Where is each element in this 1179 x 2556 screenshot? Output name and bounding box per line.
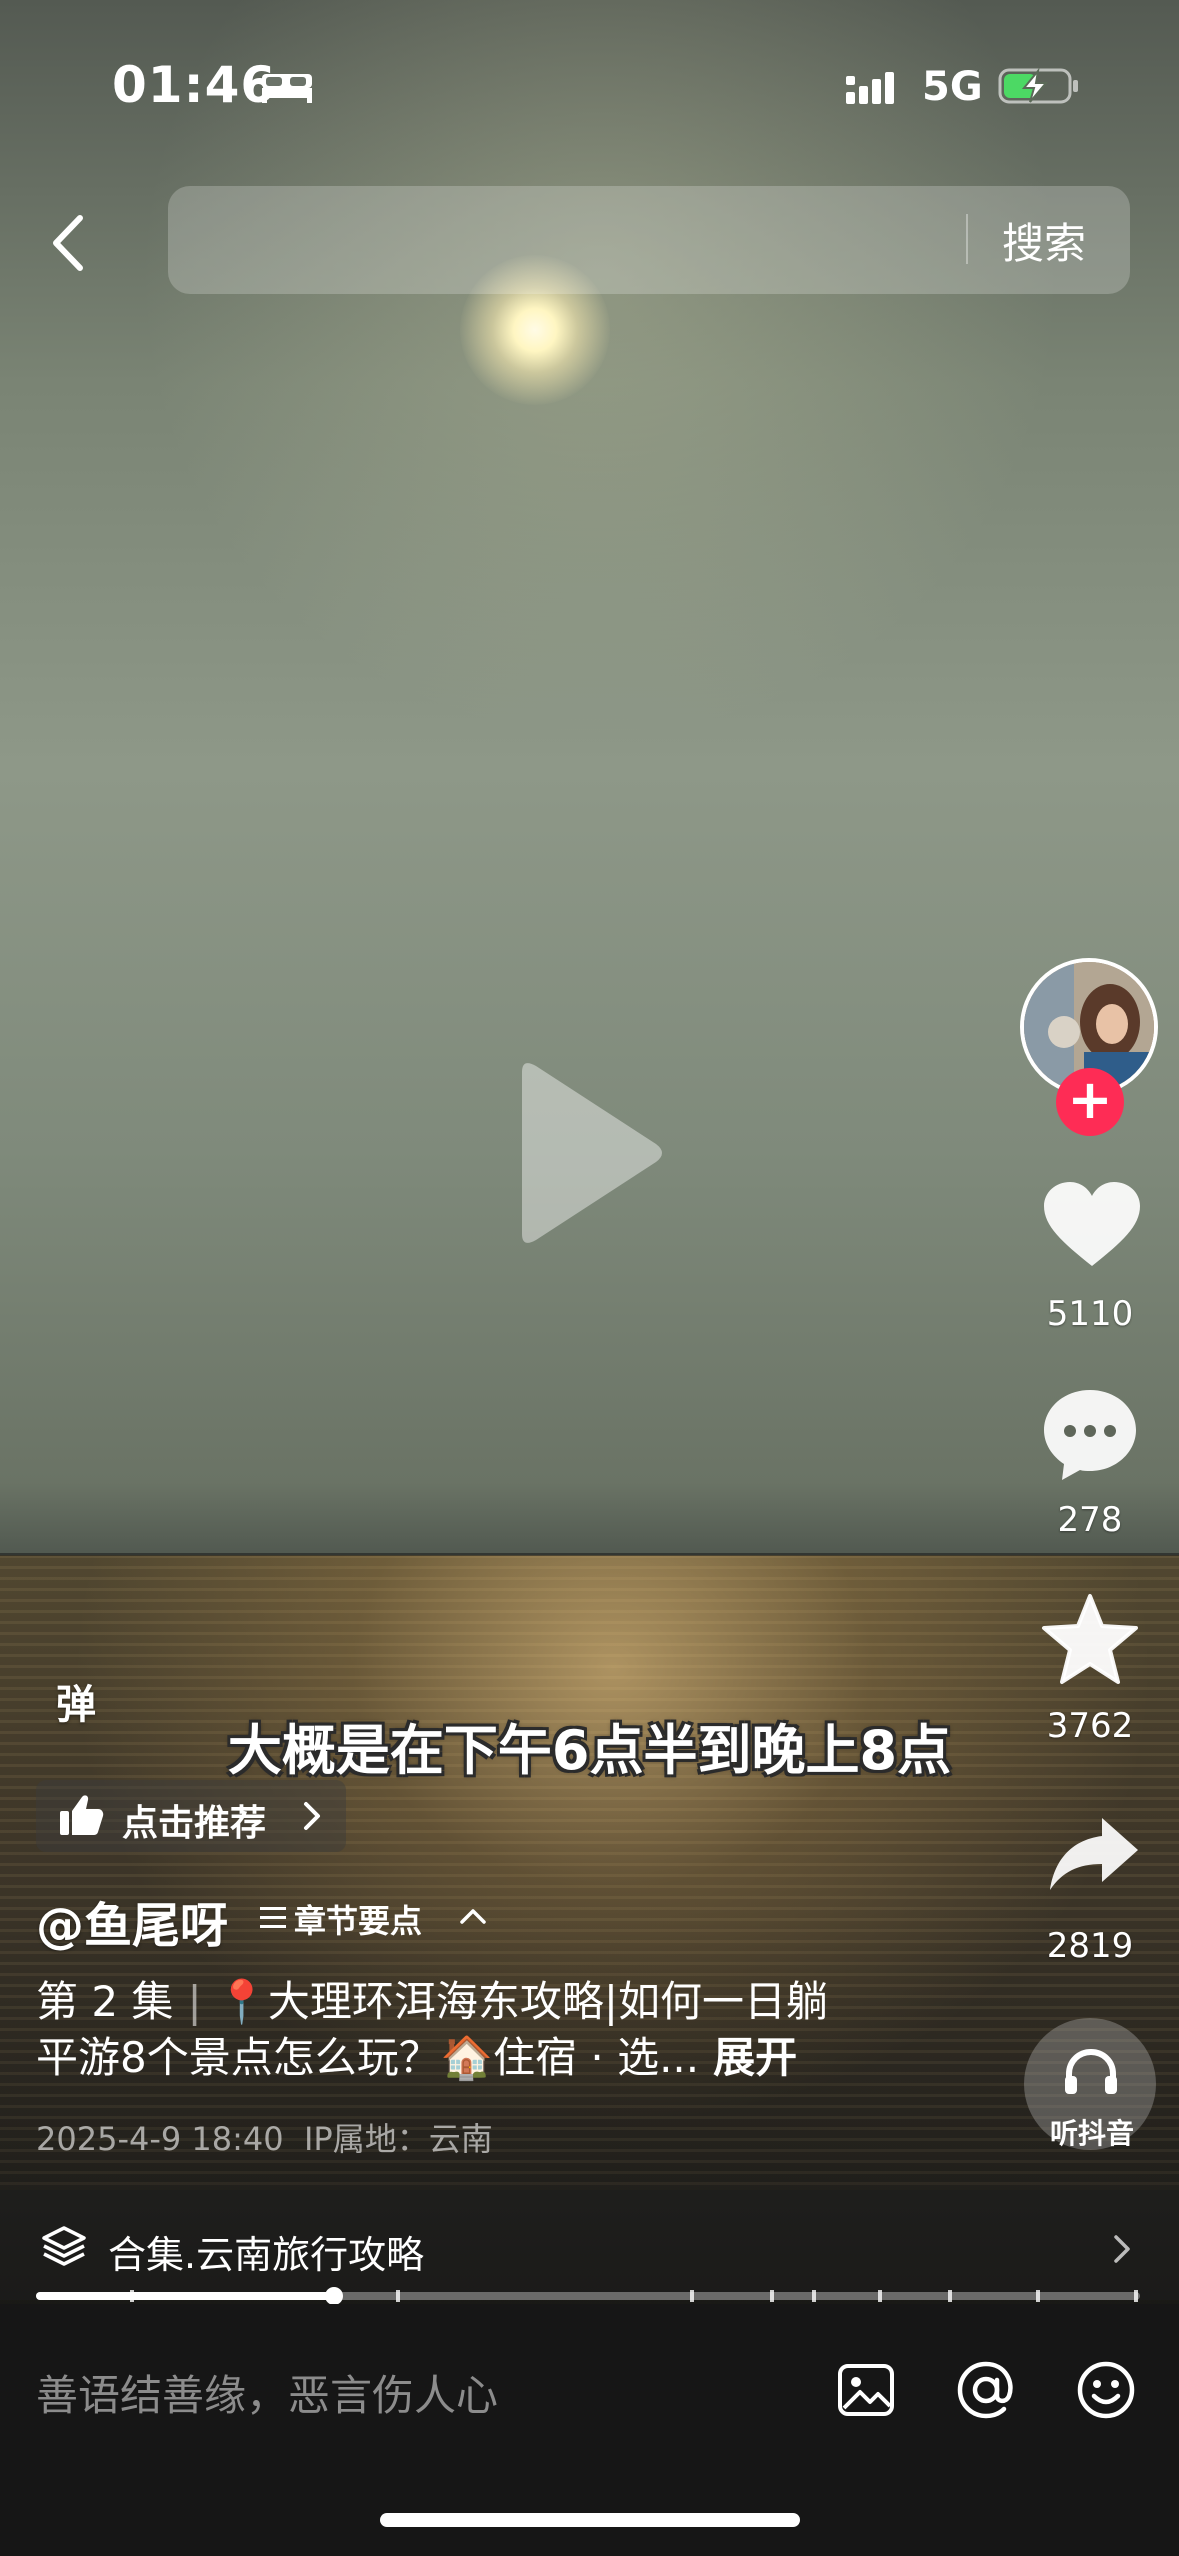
follow-button[interactable]: + — [1056, 1068, 1124, 1136]
image-icon[interactable] — [834, 2358, 898, 2422]
chevron-up-icon — [460, 1909, 486, 1924]
post-date: 2025-4-9 18:40 — [36, 2120, 284, 2158]
video-description[interactable]: 第 2 集 | 📍大理环洱海东攻略|如何一日躺 平游8个景点怎么玩？🏠住宿 · 选.… — [36, 1974, 936, 2086]
home-indicator[interactable] — [380, 2513, 800, 2527]
signal-icon — [846, 72, 894, 104]
sky-glow — [60, 0, 1060, 820]
chapter-tick — [948, 2290, 952, 2302]
horizon-line — [0, 1553, 1179, 1556]
author-name[interactable]: @鱼尾呀 — [36, 1886, 228, 1956]
search-button[interactable]: 搜索 — [1002, 210, 1086, 271]
emoji-icon[interactable] — [1074, 2358, 1138, 2422]
recommend-label: 点击推荐 — [122, 1803, 267, 1844]
thumb-up-icon — [60, 1795, 104, 1835]
description-line1: 大理环洱海东攻略|如何一日躺 — [267, 1977, 829, 2026]
house-emoji: 🏠 — [440, 2033, 494, 2082]
episode-separator: | — [187, 1977, 202, 2026]
video-progress-knob[interactable] — [325, 2287, 343, 2305]
headphones-icon — [1065, 2048, 1117, 2094]
network-label: 5G — [922, 64, 983, 110]
chapter-tick — [770, 2290, 774, 2302]
comment-icon[interactable] — [1040, 1386, 1140, 1482]
chapter-tick — [690, 2290, 694, 2302]
description-line2: 平游8个景点怎么玩？ — [36, 2033, 441, 2082]
search-input[interactable] — [168, 186, 1130, 294]
comment-input[interactable]: 善语结善缘，恶言伤人心 — [36, 2362, 498, 2423]
search-divider — [966, 214, 968, 264]
chapter-tick — [396, 2290, 400, 2302]
like-count: 5110 — [1046, 1294, 1134, 1334]
play-icon[interactable] — [508, 1058, 668, 1248]
chapter-list-icon — [260, 1907, 286, 1928]
back-icon[interactable] — [44, 208, 96, 278]
chevron-right-icon — [1114, 2235, 1130, 2263]
bed-icon — [262, 74, 312, 103]
chapter-label[interactable]: 章节要点 — [294, 1896, 422, 1942]
video-progress-fill — [36, 2292, 334, 2300]
video-screen[interactable]: 01:46 5G 搜索 + 5110 278 3762 2819 听抖音 弹 大… — [0, 0, 1179, 2556]
share-count: 2819 — [1046, 1926, 1134, 1966]
listen-label: 听抖音 — [1049, 2117, 1134, 2150]
comment-count: 278 — [1057, 1500, 1123, 1540]
pin-emoji: 📍 — [215, 1977, 268, 2026]
heart-icon[interactable] — [1042, 1180, 1142, 1270]
at-icon[interactable] — [954, 2358, 1018, 2422]
chapter-tick — [812, 2290, 816, 2302]
battery-charging-icon — [998, 67, 1078, 104]
description-tail: 住宿 · 选... — [493, 2033, 700, 2082]
episode-label: 第 2 集 — [36, 1977, 174, 2026]
chapter-tick — [878, 2290, 882, 2302]
expand-button[interactable]: 展开 — [713, 2033, 797, 2082]
ip-location: IP属地：云南 — [303, 2120, 493, 2158]
status-time: 01:46 — [112, 56, 277, 114]
post-meta: 2025-4-9 18:40 IP属地：云南 — [36, 2114, 493, 2160]
collection-label: 合集.云南旅行攻略 — [108, 2233, 425, 2277]
share-icon[interactable] — [1046, 1814, 1142, 1894]
video-subtitle: 大概是在下午6点半到晚上8点 — [227, 1719, 952, 1782]
star-icon[interactable] — [1040, 1592, 1140, 1686]
chapter-tick — [1134, 2290, 1138, 2302]
layers-icon — [42, 2226, 86, 2266]
chevron-right-icon — [304, 1802, 320, 1830]
chapter-tick — [1036, 2290, 1040, 2302]
